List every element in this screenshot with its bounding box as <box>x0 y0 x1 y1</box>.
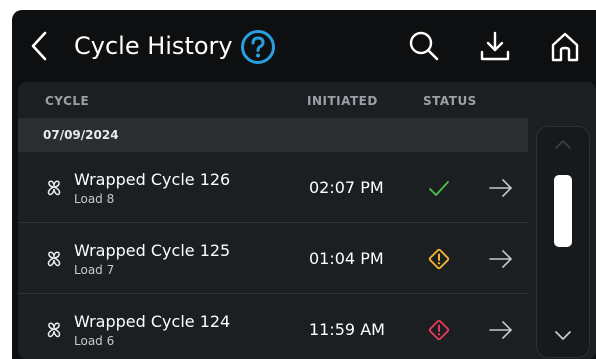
arrow-right-icon[interactable] <box>488 176 514 200</box>
cycle-table: CYCLE INITIATED STATUS 07/09/2024 Wrappe… <box>18 82 596 359</box>
table-row[interactable]: Wrapped Cycle 126 Load 8 02:07 PM <box>18 152 528 223</box>
cycle-load: Load 6 <box>74 334 115 348</box>
wrap-cycle-icon <box>47 180 61 196</box>
chevron-down-icon[interactable] <box>553 329 573 343</box>
search-button[interactable] <box>407 30 441 64</box>
wrap-cycle-icon <box>47 322 61 338</box>
scrollbar[interactable] <box>536 126 590 358</box>
column-header-initiated: INITIATED <box>307 94 378 108</box>
column-header-status: STATUS <box>423 94 477 108</box>
download-button[interactable] <box>478 30 512 64</box>
search-icon <box>409 31 439 61</box>
warning-icon <box>428 248 450 270</box>
cycle-load: Load 7 <box>74 263 115 277</box>
cycle-history-screen: Cycle History CYCLE INITIATED STATUS 07/… <box>12 10 596 359</box>
home-button[interactable] <box>548 30 582 64</box>
arrow-right-icon[interactable] <box>488 247 514 271</box>
back-button[interactable] <box>26 30 54 62</box>
cycle-initiated-time: 11:59 AM <box>309 320 385 339</box>
chevron-left-icon <box>31 31 47 61</box>
help-button[interactable] <box>240 29 276 65</box>
cycle-name: Wrapped Cycle 126 <box>74 170 231 189</box>
wrap-cycle-icon <box>47 251 61 267</box>
column-header-cycle: CYCLE <box>45 94 90 108</box>
header: Cycle History <box>12 10 596 82</box>
table-row[interactable]: Wrapped Cycle 125 Load 7 01:04 PM <box>18 223 528 294</box>
arrow-right-icon[interactable] <box>488 318 514 342</box>
date-group-label: 07/09/2024 <box>43 128 119 142</box>
question-circle-icon <box>241 30 275 64</box>
page-title: Cycle History <box>74 32 233 60</box>
date-group-header: 07/09/2024 <box>18 118 528 152</box>
table-row[interactable]: Wrapped Cycle 124 Load 6 11:59 AM <box>18 294 528 359</box>
cycle-name: Wrapped Cycle 124 <box>74 312 231 331</box>
cycle-initiated-time: 02:07 PM <box>309 178 384 197</box>
cycle-initiated-time: 01:04 PM <box>309 249 384 268</box>
chevron-up-icon[interactable] <box>553 137 573 151</box>
error-icon <box>428 319 450 341</box>
cycle-load: Load 8 <box>74 192 115 206</box>
cycle-name: Wrapped Cycle 125 <box>74 241 231 260</box>
home-icon <box>551 32 579 62</box>
download-icon <box>480 31 510 61</box>
check-icon <box>429 181 449 196</box>
scrollbar-thumb[interactable] <box>554 175 572 247</box>
